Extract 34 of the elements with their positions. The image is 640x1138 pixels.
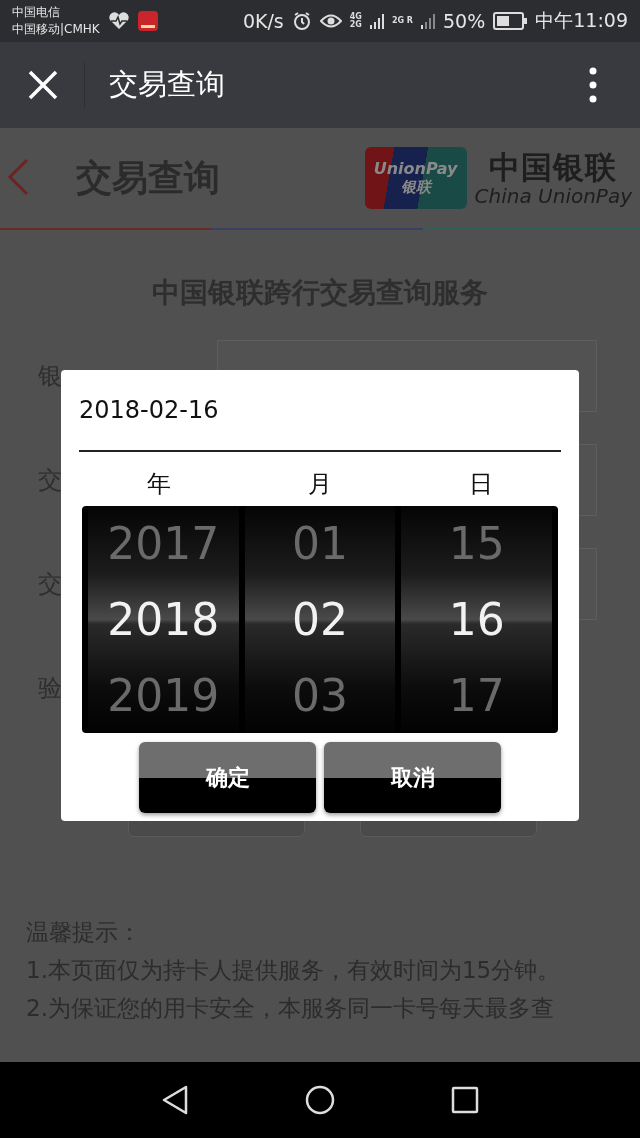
wheel-item[interactable]: 02 — [292, 594, 348, 645]
network-speed: 0K/s — [242, 10, 284, 32]
alarm-icon — [291, 11, 312, 31]
wheel-item[interactable]: 03 — [292, 669, 348, 721]
wheel-item[interactable]: 01 — [292, 518, 348, 570]
carrier-name: 中国电信 — [12, 4, 61, 21]
close-button[interactable] — [26, 68, 60, 102]
carrier-name: 中国移动|CMHK — [12, 21, 100, 38]
wheel-item[interactable]: 17 — [448, 669, 505, 721]
home-nav-button[interactable] — [305, 1085, 335, 1115]
column-header: 月 — [307, 469, 333, 500]
wheel-item[interactable]: 2019 — [107, 669, 220, 721]
network-type: 4G — [349, 13, 362, 21]
back-nav-button[interactable] — [161, 1085, 189, 1115]
logo-text: 银联 — [400, 178, 431, 196]
wheel-item[interactable]: 15 — [448, 518, 505, 570]
wheel-item[interactable]: 2018 — [107, 594, 220, 645]
signal-icon — [421, 13, 435, 29]
battery-icon — [493, 12, 528, 30]
network-type: 2G R — [391, 17, 413, 25]
wheel-item[interactable]: 2017 — [107, 518, 220, 570]
recents-nav-button[interactable] — [451, 1086, 479, 1114]
battery-percent: 50% — [443, 10, 486, 32]
clock: 中午11:09 — [535, 8, 628, 33]
window-title: 交易查询 — [109, 66, 226, 103]
network-type: 2G — [349, 21, 362, 29]
more-menu-button[interactable] — [588, 65, 598, 105]
column-header: 日 — [467, 469, 494, 500]
heart-icon — [107, 12, 130, 30]
column-header: 年 — [146, 469, 173, 500]
wheel-item[interactable]: 16 — [448, 594, 505, 645]
signal-icon — [369, 13, 384, 29]
app-icon — [137, 11, 158, 31]
eye-icon — [319, 13, 342, 29]
